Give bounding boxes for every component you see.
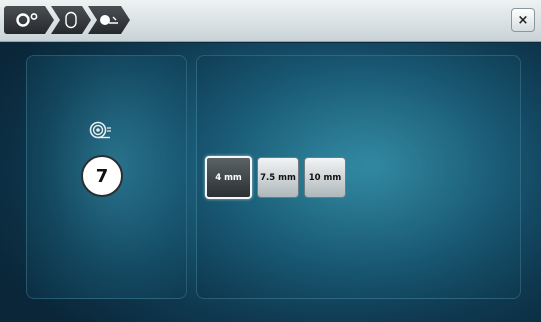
breadcrumb-item-thread[interactable] <box>88 6 130 34</box>
length-option-4mm[interactable]: 4 mm <box>205 156 252 199</box>
needle-position-icon <box>14 12 44 28</box>
length-option-10mm[interactable]: 10 mm <box>304 157 346 198</box>
close-icon: × <box>517 12 529 28</box>
thread-number-badge: 7 <box>81 155 123 197</box>
breadcrumb <box>4 6 127 34</box>
title-bar: × <box>0 0 541 42</box>
breadcrumb-item-home[interactable] <box>4 6 54 34</box>
breadcrumb-item-bobbin[interactable] <box>51 6 91 34</box>
close-button[interactable]: × <box>511 8 535 32</box>
length-option-7-5mm[interactable]: 7.5 mm <box>257 157 299 198</box>
thread-spool-icon <box>89 120 113 144</box>
bobbin-icon <box>64 11 78 29</box>
thread-cutter-icon <box>98 13 120 27</box>
